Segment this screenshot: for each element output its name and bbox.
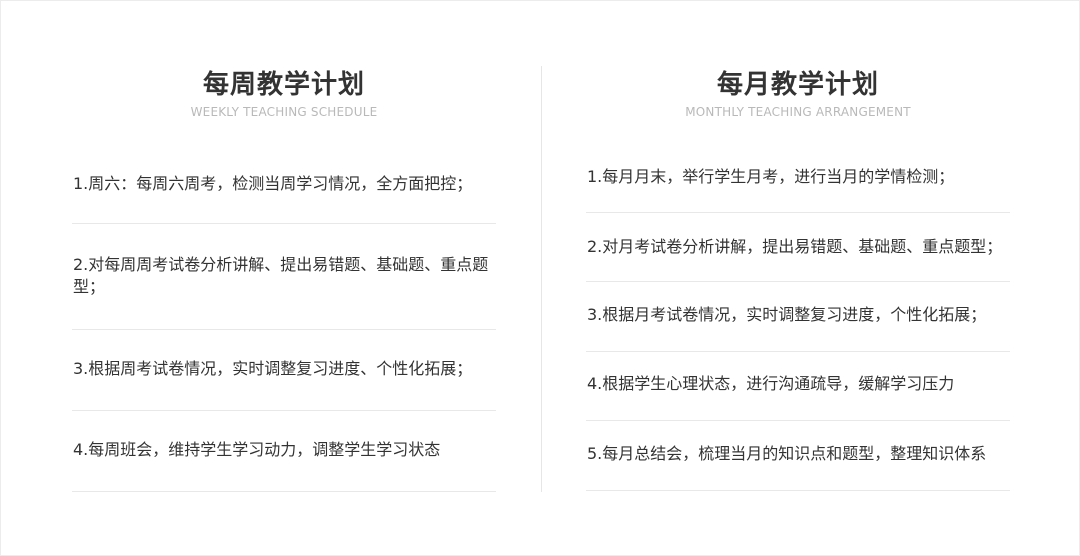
list-item: 1.每月月末，举行学生月考，进行当月的学情检测； bbox=[586, 143, 1010, 213]
weekly-plan-header: 每周教学计划 WEEKLY TEACHING SCHEDULE bbox=[72, 68, 496, 120]
list-item-text: 1.周六：每周六周考，检测当周学习情况，全方面把控； bbox=[73, 174, 473, 193]
list-item: 1.周六：每周六周考，检测当周学习情况，全方面把控； bbox=[72, 143, 496, 224]
monthly-plan-list: 1.每月月末，举行学生月考，进行当月的学情检测； 2.对月考试卷分析讲解，提出易… bbox=[586, 143, 1010, 491]
list-item: 3.根据周考试卷情况，实时调整复习进度、个性化拓展； bbox=[72, 330, 496, 411]
column-divider bbox=[541, 66, 542, 492]
list-item-text: 4.每周班会，维持学生学习动力，调整学生学习状态 bbox=[73, 440, 441, 459]
list-item-text: 2.对月考试卷分析讲解，提出易错题、基础题、重点题型； bbox=[587, 236, 1003, 256]
list-item-text: 5.每月总结会，梳理当月的知识点和题型，整理知识体系 bbox=[587, 444, 987, 463]
monthly-plan-subtitle: MONTHLY TEACHING ARRANGEMENT bbox=[685, 105, 911, 119]
monthly-plan-title: 每月教学计划 bbox=[716, 70, 879, 100]
list-item-text: 1.每月月末，举行学生月考，进行当月的学情检测； bbox=[587, 167, 955, 186]
monthly-plan-header: 每月教学计划 MONTHLY TEACHING ARRANGEMENT bbox=[586, 68, 1010, 120]
weekly-plan-title: 每周教学计划 bbox=[202, 70, 365, 100]
list-item-text: 3.根据月考试卷情况，实时调整复习进度，个性化拓展； bbox=[587, 305, 987, 324]
list-item: 4.根据学生心理状态，进行沟通疏导，缓解学习压力 bbox=[586, 352, 1010, 421]
list-item: 5.每月总结会，梳理当月的知识点和题型，整理知识体系 bbox=[586, 421, 1010, 491]
list-item: 3.根据月考试卷情况，实时调整复习进度，个性化拓展； bbox=[586, 282, 1010, 352]
list-item-text: 3.根据周考试卷情况，实时调整复习进度、个性化拓展； bbox=[73, 359, 473, 378]
list-item: 2.对月考试卷分析讲解，提出易错题、基础题、重点题型； bbox=[586, 213, 1010, 282]
list-item-text: 4.根据学生心理状态，进行沟通疏导，缓解学习压力 bbox=[587, 373, 955, 393]
weekly-plan-list: 1.周六：每周六周考，检测当周学习情况，全方面把控； 2.对每周周考试卷分析讲解… bbox=[72, 143, 496, 492]
list-item-text: 2.对每周周考试卷分析讲解、提出易错题、基础题、重点题型； bbox=[73, 255, 489, 296]
list-item: 2.对每周周考试卷分析讲解、提出易错题、基础题、重点题型； bbox=[72, 224, 496, 330]
weekly-plan-subtitle: WEEKLY TEACHING SCHEDULE bbox=[190, 105, 378, 119]
list-item: 4.每周班会，维持学生学习动力，调整学生学习状态 bbox=[72, 411, 496, 492]
